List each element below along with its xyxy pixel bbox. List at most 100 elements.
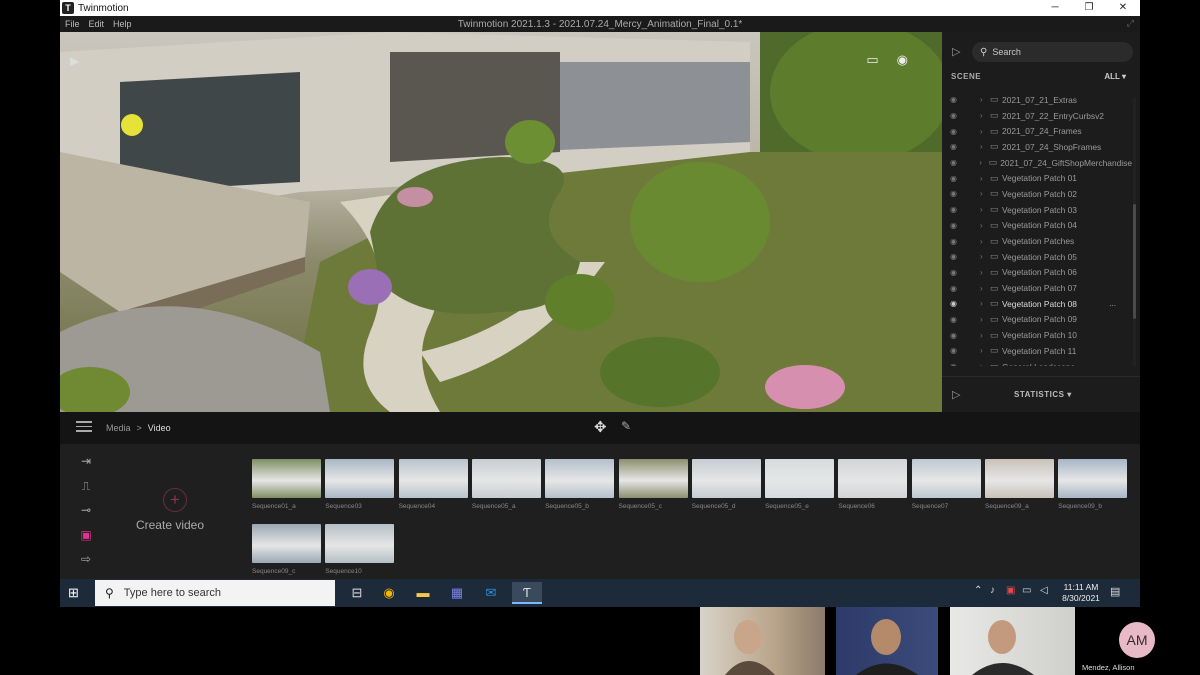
eye-icon[interactable]: ◉ [950,127,966,136]
video-thumbnail[interactable]: Sequence07 [911,459,981,510]
export-icon[interactable]: ⇨ [76,552,96,577]
hamburger-menu-icon[interactable] [76,421,92,435]
chevron-right-icon[interactable]: › [980,95,990,104]
video-thumbnail[interactable]: Sequence01_a [252,459,321,510]
video-thumbnail[interactable]: Sequence05_e [765,459,835,510]
chevron-right-icon[interactable]: › [979,158,989,167]
scene-search[interactable]: ⚲ [972,42,1133,62]
chevron-right-icon[interactable]: › [980,174,990,183]
scene-item[interactable]: ◉ › ▭ Vegetation Patch 05 [942,249,1132,265]
scene-item[interactable]: ◉ › ▭ 2021_07_21_Extras [942,92,1132,108]
minimize-button[interactable]: ─ [1038,0,1072,16]
chevron-right-icon[interactable]: › [980,221,990,230]
scene-item[interactable]: ◉ › ▭ 2021_07_24_GiftShopMerchandise [942,155,1132,171]
chevron-right-icon[interactable]: › [980,362,990,366]
chevron-right-icon[interactable]: › [980,237,990,246]
scene-item[interactable]: ◉ › ▭ Vegetation Patch 10 [942,327,1132,343]
video-thumbnail[interactable]: Sequence05_b [545,459,615,510]
statistics-dropdown[interactable]: STATISTICS ▾ [1014,390,1072,399]
scene-item[interactable]: ◉ › ▭ Vegetation Patch 03 [942,202,1132,218]
eye-icon[interactable]: ◉ [950,205,966,214]
eye-icon[interactable]: ◉ [950,284,966,293]
video-thumbnail[interactable]: Sequence04 [398,459,468,510]
video-thumbnail[interactable]: Sequence10 [325,524,395,575]
eye-icon[interactable]: ◉ [950,299,966,308]
taskbar-search[interactable]: ⚲ [95,580,335,606]
viewport-play-icon[interactable]: ▶ [70,54,79,68]
microphone-icon[interactable]: ♪ [990,585,995,596]
maximize-button[interactable]: ❐ [1072,0,1106,16]
scene-item[interactable]: ◉ › ▭ 2021_07_22_EntryCurbsv2 [942,108,1132,124]
eye-icon[interactable]: ◉ [950,158,965,167]
eye-icon[interactable]: ◉ [950,142,966,151]
task-view-icon[interactable]: ⊟ [342,582,372,604]
menu-file[interactable]: File [65,19,80,29]
scene-filter-dropdown[interactable]: ALL ▾ [1104,72,1126,81]
chevron-right-icon[interactable]: › [980,268,990,277]
scene-item[interactable]: ◉ › ▭ 2021_07_24_ShopFrames [942,139,1132,155]
close-button[interactable]: ✕ [1106,0,1140,16]
3d-viewport[interactable]: ▶ ▭ ◉ [60,32,942,412]
chevron-right-icon[interactable]: › [980,346,990,355]
pen-tool-icon[interactable]: ✎ [621,419,631,433]
breadcrumb-video[interactable]: Video [148,423,171,433]
move-tool-icon[interactable]: ✥ [594,418,607,436]
windows-start-icon[interactable]: ⊞ [68,585,79,601]
breadcrumb-media[interactable]: Media [106,423,131,433]
eye-icon[interactable]: ◉ [950,95,966,104]
notifications-icon[interactable]: ▤ [1110,585,1120,598]
eye-icon[interactable]: ◉ [950,189,966,198]
import-icon[interactable]: ⇥ [76,454,96,479]
video-thumbnail[interactable]: Sequence05_c [618,459,688,510]
scene-item[interactable]: ◉ › ▭ Vegetation Patch 07 [942,280,1132,296]
chevron-right-icon[interactable]: › [980,127,990,136]
chevron-right-icon[interactable]: › [980,315,990,324]
video-thumbnail[interactable]: Sequence05_d [691,459,761,510]
network-icon[interactable]: ▭ [1022,585,1031,596]
phase-icon[interactable]: ⎍ [76,479,96,504]
chevron-right-icon[interactable]: › [980,284,990,293]
panel-layout-icon[interactable]: ▭ [866,52,878,68]
scene-item[interactable]: ◉ › ▭ Vegetation Patches [942,233,1132,249]
scene-search-input[interactable] [992,47,1113,57]
video-thumbnail[interactable]: Sequence06 [838,459,908,510]
eye-icon[interactable]: ◉ [950,237,966,246]
eye-icon[interactable]: ◉ [950,268,966,277]
video-thumbnail[interactable]: Sequence09_b [1058,459,1128,510]
chevron-right-icon[interactable]: › [980,299,990,308]
chevron-right-icon[interactable]: › [980,252,990,261]
eye-icon[interactable]: ◉ [950,315,966,324]
scene-item[interactable]: ◉ › ▭ Vegetation Patch 08... [942,296,1132,312]
eye-icon[interactable]: ◉ [950,346,966,355]
fullscreen-icon[interactable]: ⤢ [1127,18,1134,29]
scene-item[interactable]: ◉ › ▭ Vegetation Patch 02 [942,186,1132,202]
eye-icon[interactable]: ◉ [950,331,966,340]
eye-icon[interactable]: ◉ [950,221,966,230]
chrome-icon[interactable]: ◉ [374,582,404,604]
recording-icon[interactable]: ▣ [1006,585,1015,596]
eye-icon[interactable]: ◉ [950,252,966,261]
eye-visibility-icon[interactable]: ◉ [897,52,908,68]
video-thumbnail[interactable]: Sequence09_c [252,524,321,575]
statistics-expand-icon[interactable]: ▷ [952,388,960,401]
create-video-button[interactable]: + Create video [136,488,210,532]
tray-chevron-icon[interactable]: ⌃ [974,585,982,596]
video-thumbnail[interactable]: Sequence03 [325,459,395,510]
video-icon[interactable]: ▣ [76,528,96,553]
menu-help[interactable]: Help [113,19,132,29]
taskbar-search-input[interactable] [123,587,314,599]
scene-item[interactable]: ◉ › ▭ Vegetation Patch 06 [942,265,1132,281]
eye-icon[interactable]: ◉ [950,111,966,120]
menu-edit[interactable]: Edit [89,19,105,29]
file-explorer-icon[interactable]: ▬ [408,582,438,604]
scene-item[interactable]: ◉ › ▭ Vegetation Patch 11 [942,343,1132,359]
chevron-right-icon[interactable]: › [980,205,990,214]
scene-item[interactable]: ◉ ›▭General Landscape [942,359,1132,366]
chevron-right-icon[interactable]: › [980,189,990,198]
video-thumbnail[interactable]: Sequence09_a [985,459,1054,510]
volume-icon[interactable]: ◁ [1040,585,1048,596]
twinmotion-taskbar-icon[interactable]: Ƭ [512,582,542,604]
taskbar-clock[interactable]: 11:11 AM 8/30/2021 [1056,582,1106,604]
scene-item[interactable]: ◉ › ▭ Vegetation Patch 04 [942,218,1132,234]
chevron-right-icon[interactable]: › [980,331,990,340]
